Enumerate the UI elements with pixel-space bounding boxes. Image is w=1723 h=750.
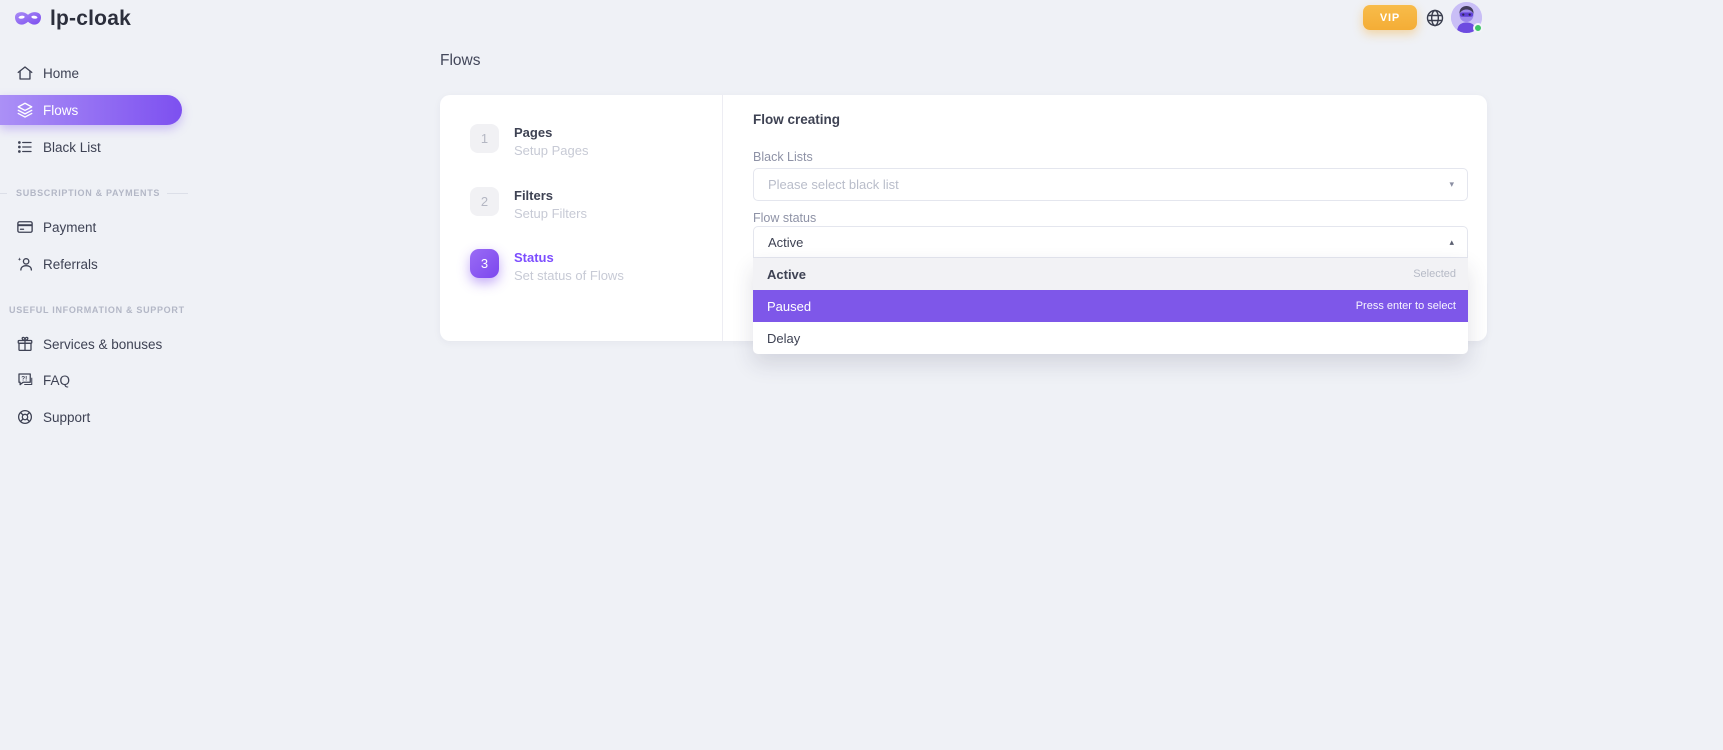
- sidebar-section-support: USEFUL INFORMATION & SUPPORT: [0, 305, 188, 315]
- form-title: Flow creating: [753, 112, 840, 127]
- gift-icon: [16, 335, 34, 353]
- sidebar-item-label: Referrals: [43, 257, 98, 272]
- flow-status-label: Flow status: [753, 211, 816, 225]
- black-lists-placeholder: Please select black list: [768, 177, 899, 192]
- wizard-step-filters[interactable]: 2 Filters Setup Filters: [470, 187, 587, 221]
- step-subtitle: Setup Filters: [514, 206, 587, 221]
- sidebar-item-flows[interactable]: Flows: [0, 95, 182, 125]
- step-title: Status: [514, 250, 624, 265]
- page-title: Flows: [440, 52, 480, 70]
- home-icon: [16, 64, 34, 82]
- option-hint: Selected: [1413, 268, 1456, 280]
- option-active[interactable]: Active Selected: [753, 258, 1468, 290]
- black-lists-label: Black Lists: [753, 150, 813, 164]
- section-title: SUBSCRIPTION & PAYMENTS: [16, 188, 160, 198]
- step-title: Filters: [514, 188, 587, 203]
- sidebar-item-home[interactable]: Home: [0, 62, 200, 84]
- lifebuoy-icon: [16, 408, 34, 426]
- sidebar-item-referrals[interactable]: Referrals: [0, 253, 200, 275]
- vip-label: VIP: [1380, 12, 1400, 24]
- chevron-down-icon: ▾: [1449, 179, 1454, 190]
- flows-stack-icon: [16, 101, 34, 119]
- chevron-up-icon: ▴: [1449, 237, 1454, 248]
- option-hint: Press enter to select: [1356, 300, 1456, 312]
- option-label: Active: [767, 267, 806, 282]
- brand-name: lp-cloak: [50, 7, 131, 31]
- option-label: Paused: [767, 299, 811, 314]
- sidebar-item-label: Home: [43, 66, 79, 81]
- sidebar-item-black-list[interactable]: Black List: [0, 136, 200, 158]
- sidebar-item-services-bonuses[interactable]: Services & bonuses: [0, 333, 200, 355]
- vip-button[interactable]: VIP: [1363, 5, 1417, 30]
- mask-logo-icon: [14, 10, 42, 29]
- card-divider: [722, 95, 723, 341]
- sidebar-item-label: Payment: [43, 220, 96, 235]
- sidebar-item-label: Services & bonuses: [43, 337, 162, 352]
- flow-status-select[interactable]: Active ▴: [753, 226, 1468, 258]
- flow-status-dropdown: Active Selected Paused Press enter to se…: [753, 258, 1468, 354]
- option-delay[interactable]: Delay: [753, 322, 1468, 354]
- faq-bubble-icon: ?!: [16, 371, 34, 389]
- wizard-step-pages[interactable]: 1 Pages Setup Pages: [470, 124, 588, 158]
- sidebar-item-label: FAQ: [43, 373, 70, 388]
- section-title: USEFUL INFORMATION & SUPPORT: [9, 305, 185, 315]
- svg-text:?!: ?!: [21, 375, 27, 382]
- step-number: 1: [470, 124, 499, 153]
- online-status-dot: [1473, 23, 1483, 33]
- option-paused[interactable]: Paused Press enter to select: [753, 290, 1468, 322]
- sidebar-item-label: Support: [43, 410, 90, 425]
- list-icon: [16, 138, 34, 156]
- step-number: 2: [470, 187, 499, 216]
- step-subtitle: Set status of Flows: [514, 268, 624, 283]
- flow-status-value: Active: [768, 235, 803, 250]
- option-label: Delay: [767, 331, 800, 346]
- step-number: 3: [470, 249, 499, 278]
- language-globe-icon[interactable]: [1425, 8, 1445, 28]
- sidebar-item-support[interactable]: Support: [0, 406, 200, 428]
- step-subtitle: Setup Pages: [514, 143, 588, 158]
- credit-card-icon: [16, 218, 34, 236]
- sidebar-section-subscription: SUBSCRIPTION & PAYMENTS: [0, 188, 188, 198]
- wizard-step-status[interactable]: 3 Status Set status of Flows: [470, 249, 624, 283]
- app-logo[interactable]: lp-cloak: [14, 7, 131, 31]
- black-lists-select[interactable]: Please select black list ▾: [753, 168, 1468, 201]
- step-title: Pages: [514, 125, 588, 140]
- referrals-person-icon: [16, 255, 34, 273]
- sidebar-item-faq[interactable]: ?! FAQ: [0, 369, 200, 391]
- sidebar-item-label: Black List: [43, 140, 101, 155]
- sidebar-item-payment[interactable]: Payment: [0, 216, 200, 238]
- sidebar-item-label: Flows: [43, 103, 78, 118]
